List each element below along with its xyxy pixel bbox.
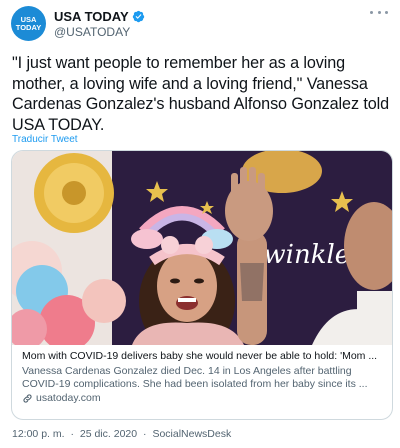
card-image[interactable]: Twinkle twinkle	[12, 151, 392, 345]
link-preview-card[interactable]: Twinkle twinkle	[11, 150, 393, 420]
avatar[interactable]: USA TODAY	[11, 6, 46, 41]
tweet-timestamp: 12:00 p. m. · 25 dic. 2020 · SocialNewsD…	[12, 428, 234, 440]
name-row: USA TODAY	[54, 9, 145, 24]
translate-tweet-link[interactable]: Traducir Tweet	[12, 134, 78, 145]
more-dot-icon	[370, 10, 373, 14]
separator: ·	[143, 428, 147, 440]
tweet-container: USA TODAY USA TODAY @USATODAY "I just wa…	[0, 0, 400, 448]
avatar-line-2: TODAY	[15, 22, 42, 32]
card-title[interactable]: Mom with COVID-19 delivers baby she woul…	[22, 350, 384, 362]
tweet-date[interactable]: 25 dic. 2020	[80, 428, 137, 440]
more-options-icon[interactable]	[370, 6, 388, 18]
display-name[interactable]: USA TODAY	[54, 9, 129, 24]
more-dot-icon	[385, 10, 388, 14]
card-description: Vanessa Cardenas Gonzalez died Dec. 14 i…	[22, 365, 368, 390]
tweet-text: "I just want people to remember her as a…	[12, 54, 390, 134]
verified-badge-icon	[132, 10, 144, 23]
card-domain[interactable]: usatoday.com	[22, 392, 101, 404]
card-domain-text: usatoday.com	[36, 392, 101, 404]
more-dot-icon	[377, 10, 381, 14]
link-icon	[23, 393, 32, 403]
tweet-time[interactable]: 12:00 p. m.	[12, 428, 65, 440]
handle[interactable]: @USATODAY	[54, 25, 130, 39]
separator: ·	[70, 428, 74, 440]
tweet-source[interactable]: SocialNewsDesk	[152, 428, 231, 440]
